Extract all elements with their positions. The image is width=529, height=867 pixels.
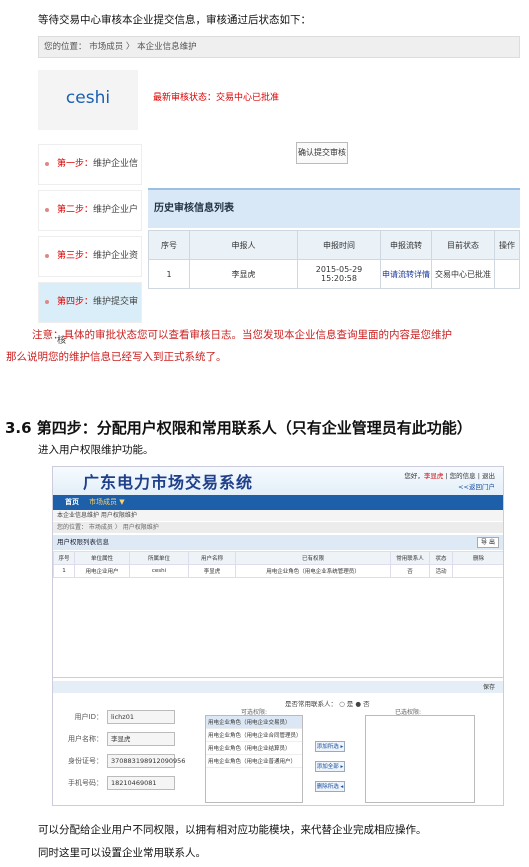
permission-screenshot: 广东电力市场交易系统 您好，李显虎 | 您的信息 | 退出 <<返回门户 首页 …	[52, 466, 504, 806]
company-logo: ceshi	[65, 88, 111, 108]
cell	[494, 259, 520, 289]
col-header: 目前状态	[431, 230, 495, 260]
step-list: 第一步：维护企业信息 第二步：维护企业户号 第三步：维护企业资质 第四步：维护提…	[38, 144, 142, 346]
audit-screenshot: 您的位置： 市场成员 〉 本企业信息维护 ceshi 最新审核状态：交易中心已批…	[38, 36, 520, 346]
intro2-text: 进入用户权限维护功能。	[38, 444, 154, 456]
step-4[interactable]: 第四步：维护提交审核	[38, 282, 142, 346]
step-2[interactable]: 第二步：维护企业户号	[38, 190, 142, 254]
main-nav: 首页 市场成员 ▼	[53, 495, 503, 510]
form-label: 用户ID：	[74, 713, 103, 721]
col-header: 序号	[53, 551, 75, 565]
user-id-field[interactable]: lichz01	[107, 710, 175, 724]
cell: 1	[148, 259, 190, 289]
col-header: 已有权限	[235, 551, 391, 565]
breadcrumb: 您的位置： 市场成员 〉 本企业信息维护	[38, 36, 520, 58]
account-links[interactable]: | 您的信息 | 退出	[443, 472, 495, 480]
history-table: 序号 申报人 申报时间 申报流转 目前状态 操作 1 李显虎 2015-05-2…	[148, 230, 520, 289]
save-bar	[53, 681, 503, 693]
remove-selected-button[interactable]: 删除所选 ◂	[315, 781, 345, 792]
bullet-icon	[45, 208, 49, 212]
intro-text: 等待交易中心审核本企业提交信息，审核通过后状态如下：	[38, 14, 311, 26]
col-header: 申报时间	[297, 230, 381, 260]
username: 李显虎	[423, 472, 444, 480]
col-header: 所属单位	[129, 551, 189, 565]
col-header: 序号	[148, 230, 190, 260]
col-header: 常用联系人	[390, 551, 430, 565]
bullet-icon	[45, 300, 49, 304]
bullet-icon	[45, 254, 49, 258]
audit-status: 最新审核状态：交易中心已批准	[153, 93, 280, 103]
col-header: 状态	[429, 551, 453, 565]
permission-option[interactable]: 用电企业角色（用电企业合同管理员）	[206, 729, 302, 742]
bullet-icon	[45, 162, 49, 166]
save-button[interactable]: 保存	[483, 682, 495, 691]
form-label: 手机号码：	[68, 779, 103, 787]
export-button[interactable]: 导 出	[477, 537, 499, 548]
id-number-field[interactable]: 370883198912090956	[107, 754, 185, 768]
permission-option[interactable]: 用电企业角色（用电企业交易员）	[206, 716, 302, 729]
table-header-row: 序号 申报人 申报时间 申报流转 目前状态 操作	[148, 230, 520, 260]
note-line-2: 那么说明您的维护信息已经写入到正式系统了。	[6, 351, 227, 363]
col-header: 申报流转	[380, 230, 432, 260]
user-name-field[interactable]: 李显虎	[107, 732, 175, 746]
outro-line-1: 可以分配给企业用户不同权限，以拥有相对应功能模块，来代替企业完成相应操作。	[38, 824, 427, 836]
cell: 交易中心已批准	[431, 259, 495, 289]
phone-field[interactable]: 18210469081	[107, 776, 175, 790]
breadcrumb: 您的位置： 市场成员 〉 用户权限维护	[53, 522, 503, 533]
permission-option[interactable]: 用电企业角色（用电企业结算员）	[206, 742, 302, 755]
col-header: 删除	[452, 551, 503, 565]
nav-market-member[interactable]: 市场成员 ▼	[89, 497, 125, 507]
col-header: 申报人	[189, 230, 298, 260]
col-header: 单位属性	[74, 551, 130, 565]
history-title: 历史审核信息列表	[148, 188, 520, 228]
available-permissions-list[interactable]: 用电企业角色（用电企业交易员） 用电企业角色（用电企业合同管理员） 用电企业角色…	[205, 715, 303, 803]
sub-tabs[interactable]: 本企业信息维护 用户权限维护	[53, 510, 503, 521]
selected-permissions-list[interactable]	[365, 715, 475, 803]
col-header: 用户名称	[188, 551, 236, 565]
user-links: 您好，李显虎 | 您的信息 | 退出	[404, 472, 495, 480]
form-label: 用户名称：	[68, 735, 103, 743]
nav-home[interactable]: 首页	[65, 497, 79, 507]
step-1[interactable]: 第一步：维护企业信息	[38, 144, 142, 208]
flow-detail-link[interactable]: 申请流转详情	[380, 259, 432, 289]
back-to-portal-link[interactable]: <<返回门户	[458, 481, 495, 491]
cell: 李显虎	[189, 259, 298, 289]
col-header: 操作	[494, 230, 520, 260]
system-title: 广东电力市场交易系统	[83, 473, 254, 492]
list-title: 用户权限列表信息	[53, 535, 503, 550]
note-line-1: 注意：具体的审批状态您可以查看审核日志。当您发现本企业信息查询里面的内容是您维护	[32, 329, 452, 341]
table-row: 1 李显虎 2015-05-29 15:20:58 申请流转详情 交易中心已批准	[148, 259, 520, 289]
table-header-row: 序号 单位属性 所属单位 用户名称 已有权限 常用联系人 状态 删除	[53, 551, 503, 565]
table-empty-area	[53, 573, 503, 678]
section-heading: 3.6 第四步：分配用户权限和常用联系人（只有企业管理员有此功能）	[5, 419, 472, 437]
step-3[interactable]: 第三步：维护企业资质	[38, 236, 142, 300]
outro-line-2: 同时这里可以设置企业常用联系人。	[38, 847, 206, 859]
contact-radio-group[interactable]: 是否常用联系人： ○ 是 ● 否	[285, 698, 370, 708]
cell: 2015-05-29 15:20:58	[297, 259, 381, 289]
add-selected-button[interactable]: 添加所选 ▸	[315, 741, 345, 752]
confirm-submit-button[interactable]: 确认提交审核	[296, 142, 348, 164]
add-all-button[interactable]: 添加全部 ▸	[315, 761, 345, 772]
permission-option[interactable]: 用电企业角色（用电企业普通用户）	[206, 755, 302, 768]
form-label: 身份证号：	[68, 757, 103, 765]
